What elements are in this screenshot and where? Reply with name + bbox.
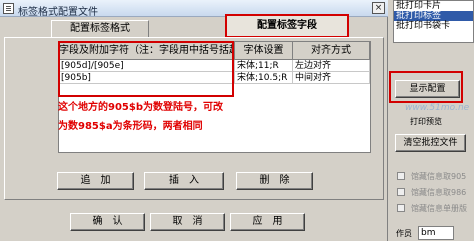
watermark-text: www.51mo.ne bbox=[405, 103, 470, 113]
show-config-button[interactable]: 显示配置 bbox=[395, 80, 460, 98]
add-button[interactable]: 追 加 bbox=[57, 172, 134, 190]
annotation-line-2: 为数985$a为条形码，两者相同 bbox=[58, 121, 203, 132]
tab-label-fields[interactable]: 配置标签字段 bbox=[225, 14, 349, 38]
checkbox[interactable] bbox=[397, 204, 405, 212]
annotation-line-1: 这个地方的905$b为数登陆号，可改 bbox=[58, 102, 223, 113]
clear-batch-button[interactable]: 清空批控文件 bbox=[395, 134, 466, 152]
operator-label: 作员 bbox=[396, 229, 412, 238]
ok-button[interactable]: 确 认 bbox=[70, 213, 145, 231]
checkbox[interactable] bbox=[397, 188, 405, 196]
table-cell[interactable]: 宋体;10.5;R bbox=[235, 72, 293, 84]
table-cell[interactable]: 中间对齐 bbox=[293, 72, 370, 84]
field-grid[interactable]: 字段及附加字符（注：字段用中括号括起） 字体设置 对齐方式 [905d]/[90… bbox=[58, 41, 371, 153]
document-icon bbox=[3, 3, 14, 14]
option-label: 馆藏信息单册版 bbox=[411, 204, 467, 213]
list-item-selected[interactable]: 批打印标签 bbox=[394, 11, 473, 21]
apply-button[interactable]: 应 用 bbox=[230, 213, 305, 231]
column-header-font[interactable]: 字体设置 bbox=[235, 42, 293, 60]
checkbox[interactable] bbox=[397, 172, 405, 180]
table-cell[interactable]: [905b] bbox=[59, 72, 235, 84]
delete-button[interactable]: 删 除 bbox=[236, 172, 313, 190]
print-preview-label[interactable]: 打印预览 bbox=[410, 116, 442, 127]
cancel-button[interactable]: 取 消 bbox=[150, 213, 225, 231]
config-dialog: 标签格式配置文件 × 配置标签格式 配置标签字段 字段及附加字符（注：字段用中括… bbox=[0, 0, 388, 241]
tab-label-format[interactable]: 配置标签格式 bbox=[51, 20, 149, 37]
table-cell[interactable]: [905d]/[905e] bbox=[59, 60, 235, 72]
column-header-field[interactable]: 字段及附加字符（注：字段用中括号括起） bbox=[59, 42, 235, 60]
table-cell[interactable]: 左边对齐 bbox=[293, 60, 370, 72]
option-label: 馆藏信息取986 bbox=[411, 188, 467, 197]
insert-button[interactable]: 插 入 bbox=[144, 172, 224, 190]
print-mode-list[interactable]: 批打印卡片 批打印标签 批打印书袋卡 bbox=[393, 0, 474, 43]
list-item[interactable]: 批打印书袋卡 bbox=[394, 21, 473, 31]
close-button[interactable]: × bbox=[372, 2, 385, 14]
list-item[interactable]: 批打印卡片 bbox=[394, 1, 473, 11]
option-label: 馆藏信息取905 bbox=[411, 172, 467, 181]
window-title: 标签格式配置文件 bbox=[18, 7, 98, 18]
operator-select[interactable]: bm bbox=[418, 226, 454, 240]
annotation-text: 这个地方的905$b为数登陆号，可改 为数985$a为条形码，两者相同 bbox=[58, 98, 358, 136]
table-cell[interactable]: 宋体;11;R bbox=[235, 60, 293, 72]
column-header-align[interactable]: 对齐方式 bbox=[293, 42, 370, 60]
